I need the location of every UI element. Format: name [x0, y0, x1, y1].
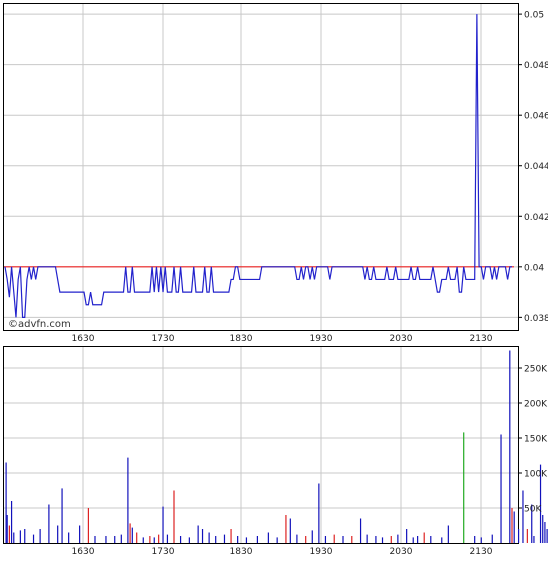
price-y-tick-label: 0.046	[524, 112, 548, 122]
volume-x-tick-label: 2130	[470, 547, 493, 557]
price-x-tick-label: 1730	[152, 334, 175, 344]
price-y-tick-label: 0.044	[524, 162, 548, 172]
volume-x-tick-label: 1730	[152, 547, 175, 557]
price-x-tick-label: 1830	[230, 334, 253, 344]
price-y-tick-labels: 0.05 0.048 0.046 0.044 0.042 0.04 0.038	[518, 11, 548, 324]
volume-y-tick-label: 250K	[524, 365, 548, 375]
price-x-tick-label: 1930	[310, 334, 333, 344]
price-y-tick-label: 0.04	[524, 263, 544, 273]
price-x-tick-labels: 1630 1730 1830 1930 2030 2130	[72, 334, 493, 344]
price-x-tick-label: 2130	[470, 334, 493, 344]
price-x-tick-label: 2030	[390, 334, 413, 344]
volume-y-tick-label: 150K	[524, 435, 548, 445]
volume-y-tick-label: 100K	[524, 470, 548, 480]
price-y-tick-label: 0.048	[524, 61, 548, 71]
volume-x-tick-label: 1930	[310, 547, 333, 557]
price-y-tick-label: 0.042	[524, 213, 548, 223]
volume-x-tick-label: 1830	[230, 547, 253, 557]
price-y-tick-label: 0.038	[524, 314, 548, 324]
volume-x-tick-labels: 1630 1730 1830 1930 2030 2130	[72, 547, 493, 557]
volume-x-tick-label: 1630	[72, 547, 95, 557]
volume-y-tick-label: 200K	[524, 400, 548, 410]
chart-canvas: 0.05 0.048 0.046 0.044 0.042 0.04 0.038 ©advfn…	[3, 3, 548, 557]
volume-panel-frame	[3, 346, 519, 544]
price-y-tick-label: 0.05	[524, 11, 544, 21]
volume-y-tick-label: 50K	[524, 505, 542, 515]
price-volume-chart: 0.05 0.048 0.046 0.044 0.042 0.04 0.038 ©advfn…	[0, 0, 548, 557]
volume-x-tick-label: 2030	[390, 547, 413, 557]
price-x-tick-label: 1630	[72, 334, 95, 344]
watermark: ©advfn.com	[8, 319, 71, 330]
